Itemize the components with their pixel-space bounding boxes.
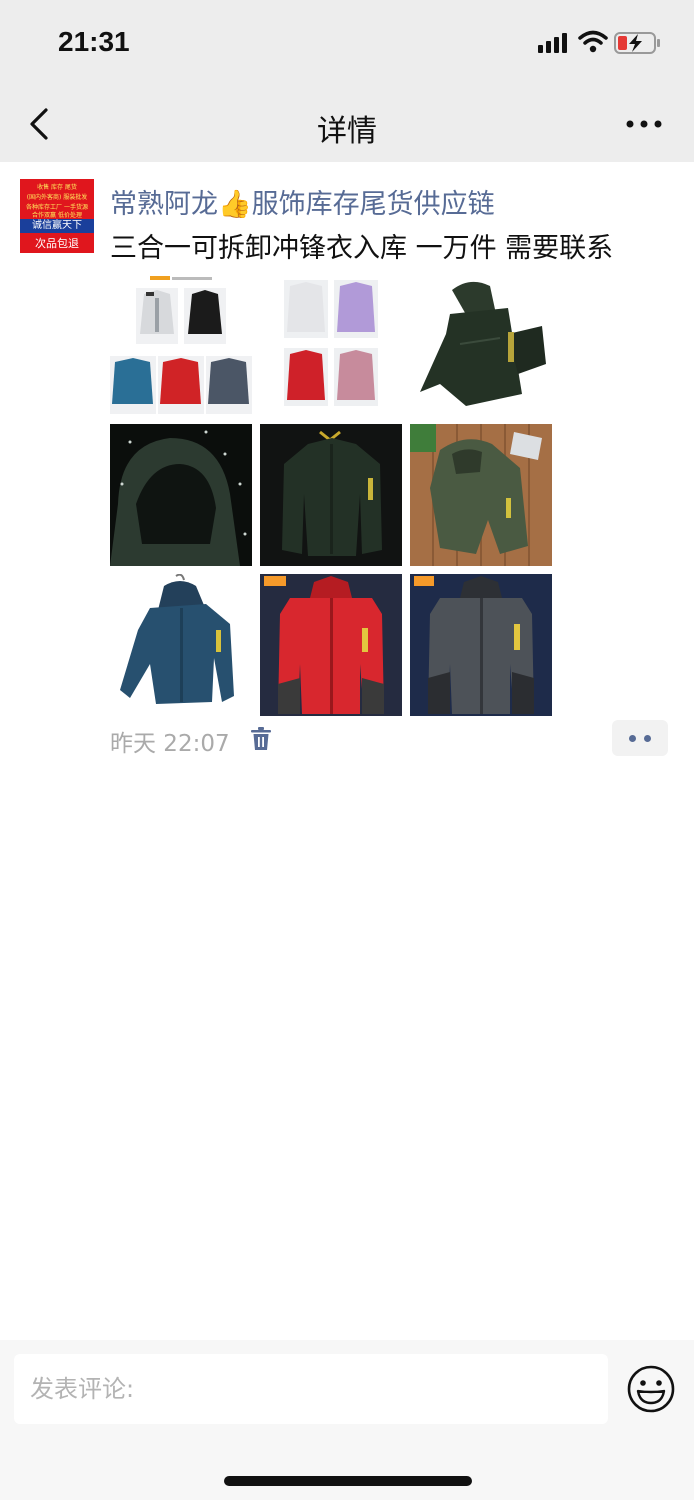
photo-dark-green-jacket-side[interactable] <box>410 274 552 416</box>
photo-red-jacket-front[interactable] <box>260 574 402 716</box>
more-options-icon[interactable] <box>624 114 664 134</box>
home-indicator <box>224 1476 472 1486</box>
author-name-suffix: 服饰库存尾货供应链 <box>251 189 495 220</box>
page-title: 详情 <box>317 114 377 149</box>
photo-color-variants-4[interactable] <box>260 274 402 416</box>
photo-dark-green-jacket-front[interactable] <box>260 424 402 566</box>
author-name[interactable]: 常熟阿龙👍服饰库存尾货供应链 <box>110 182 495 221</box>
image-grid <box>110 274 552 716</box>
comment-bar <box>0 1340 694 1500</box>
photo-color-variants-6[interactable] <box>110 274 252 416</box>
signal-icon <box>538 33 567 53</box>
avatar-slogan: 次品包退 <box>35 237 79 250</box>
like-comment-button[interactable] <box>612 720 668 756</box>
comment-input[interactable] <box>14 1354 608 1424</box>
status-bar: 21:31 <box>0 0 694 88</box>
trash-icon[interactable] <box>250 727 272 751</box>
avatar-slogan: 诚信赢天下 <box>20 219 94 233</box>
status-time: 21:31 <box>58 26 130 57</box>
dot-icon <box>644 735 651 742</box>
photo-olive-jacket-on-floor[interactable] <box>410 424 552 566</box>
post-time: 昨天 22:07 <box>110 731 230 757</box>
nav-bar: 详情 <box>0 88 694 162</box>
emoji-icon[interactable] <box>626 1364 676 1414</box>
photo-grey-jacket-front[interactable] <box>410 574 552 716</box>
post-text: 三合一可拆卸冲锋衣入库 一万件 需要联系 <box>110 233 614 264</box>
battery-charging-icon <box>614 32 660 54</box>
avatar-text-line: 收售 库存 尾货 <box>37 184 77 191</box>
photo-hood-rain-closeup[interactable] <box>110 424 252 566</box>
avatar[interactable]: 收售 库存 尾货 (国内外客商) 服装批发 各种库存工厂 一手货源 合作双赢 低… <box>20 179 94 253</box>
thumbs-up-emoji: 👍 <box>218 189 252 220</box>
photo-blue-jacket-hanging[interactable] <box>110 574 252 716</box>
author-name-text: 常熟阿龙 <box>110 189 218 220</box>
avatar-text-line: (国内外客商) 服装批发 <box>26 194 88 201</box>
avatar-text-line: 合作双赢 低价处理 <box>32 212 82 219</box>
wifi-icon <box>578 30 608 53</box>
dot-icon <box>629 735 636 742</box>
